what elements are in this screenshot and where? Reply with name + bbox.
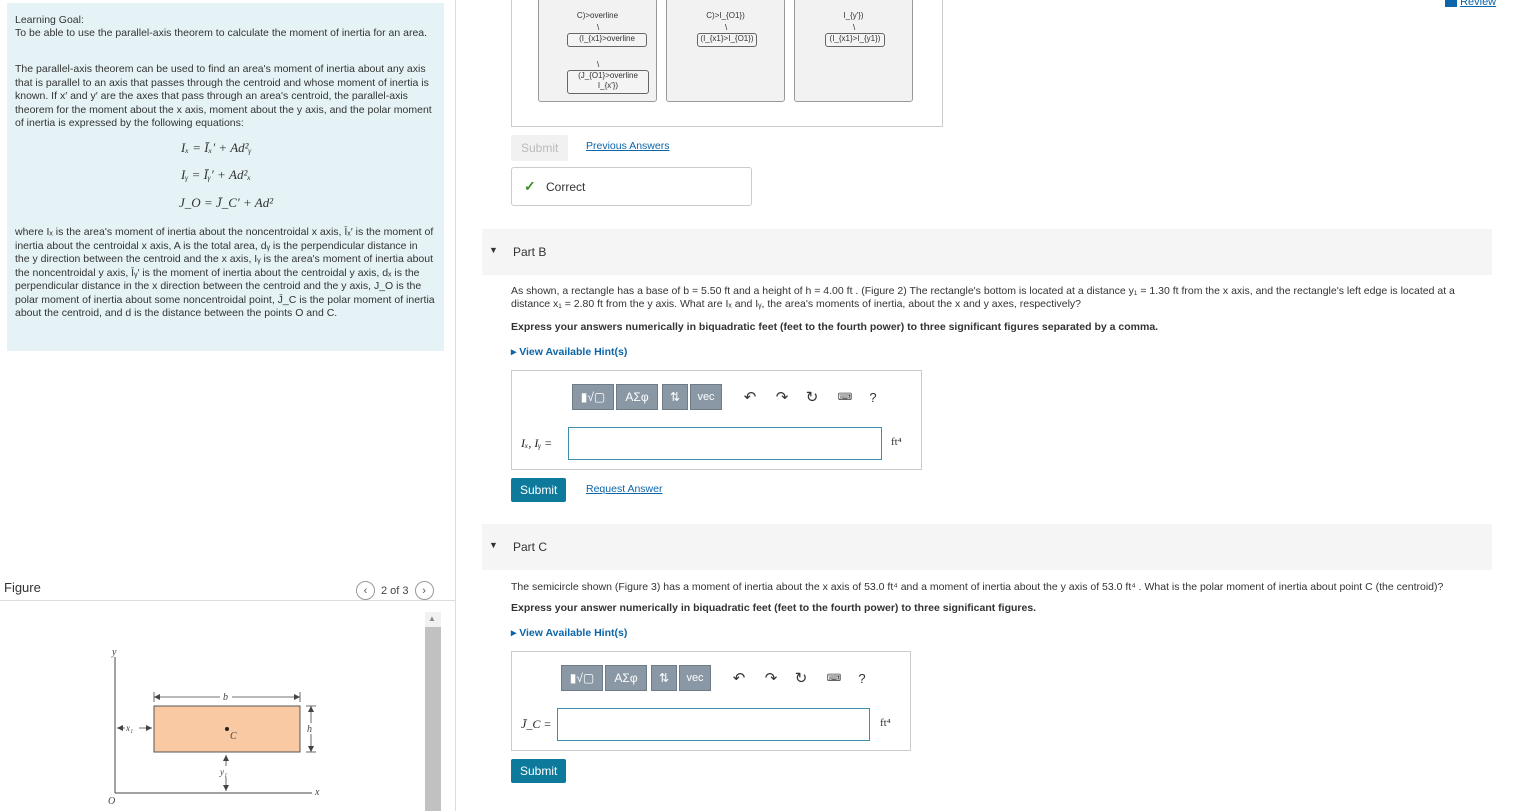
request-answer-link[interactable]: Request Answer bbox=[586, 483, 662, 495]
label-y: y bbox=[111, 647, 117, 658]
label-x: x bbox=[314, 787, 320, 798]
templates-button[interactable]: ▮√▢ bbox=[561, 665, 603, 691]
help-button[interactable]: ? bbox=[851, 671, 873, 686]
label-x1: x₁ bbox=[125, 723, 133, 733]
vec-button[interactable]: vec bbox=[679, 665, 711, 691]
reset-icon[interactable]: ↻ bbox=[785, 669, 817, 687]
vec-button[interactable]: vec bbox=[690, 384, 722, 410]
templates-button[interactable]: ▮√▢ bbox=[572, 384, 614, 410]
ranking-tile-1[interactable]: C)>overline \ (I_{x1}>overline \ (J_{O1}… bbox=[538, 0, 657, 102]
centroid-dot bbox=[225, 727, 229, 731]
next-figure-button[interactable]: › bbox=[414, 581, 434, 600]
arrows-button[interactable]: ⇅ bbox=[662, 384, 688, 410]
figure-pager: ‹ 2 of 3 › bbox=[356, 581, 434, 600]
scroll-up-icon[interactable]: ▲ bbox=[428, 614, 436, 623]
ranking-chip[interactable]: (J_{O1}>overline I_{x'}) bbox=[567, 70, 649, 94]
part-b-answer-input[interactable] bbox=[568, 427, 882, 460]
keyboard-icon[interactable]: ⌨ bbox=[817, 673, 851, 684]
collapse-icon: ▼ bbox=[489, 245, 498, 255]
ranking-chip[interactable]: (I_{x1}>I_{y1}) bbox=[825, 33, 885, 47]
part-b-math-toolbar: ▮√▢ ΑΣφ ⇅ vec ↶ ↷ ↻ ⌨ ? bbox=[572, 384, 884, 410]
equation-iy: Iᵧ = Īᵧ′ + Ad²ₓ bbox=[181, 167, 252, 182]
part-b-submit-button[interactable]: Submit bbox=[511, 478, 567, 502]
help-button[interactable]: ? bbox=[862, 390, 884, 405]
prev-figure-button[interactable]: ‹ bbox=[356, 581, 375, 600]
label-y1: y₁ bbox=[219, 767, 227, 777]
equation-jo: J_O = J̄_C′ + Ad² bbox=[179, 195, 274, 210]
part-c-answer-input[interactable] bbox=[557, 708, 870, 741]
part-b-hint-toggle[interactable]: ▸ View Available Hint(s) bbox=[511, 346, 627, 358]
part-b-input-label: Iₓ, Iᵧ = bbox=[521, 436, 553, 450]
part-c-header[interactable]: ▼ Part C bbox=[482, 524, 1492, 570]
part-b-instructions: Express your answers numerically in biqu… bbox=[511, 321, 1159, 333]
part-c-question: The semicircle shown (Figure 3) has a mo… bbox=[511, 581, 1444, 593]
figure-title: Figure bbox=[4, 580, 41, 595]
column-divider bbox=[455, 0, 456, 811]
review-icon bbox=[1445, 0, 1457, 7]
part-b-unit: ft⁴ bbox=[891, 436, 902, 448]
correct-feedback: ✓ Correct bbox=[511, 167, 752, 206]
ranking-tile-3[interactable]: I_{y'}) \ (I_{x1}>I_{y1}) bbox=[794, 0, 913, 102]
figure-rectangle-diagram: y x O b h C x₁ y₁ bbox=[108, 647, 320, 807]
figure-scrollbar-thumb[interactable] bbox=[425, 627, 441, 811]
learning-goal-heading: Learning Goal: bbox=[15, 14, 84, 26]
review-link[interactable]: Review bbox=[1445, 0, 1496, 8]
label-b: b bbox=[223, 692, 228, 703]
greek-button[interactable]: ΑΣφ bbox=[616, 384, 658, 410]
previous-answers-link[interactable]: Previous Answers bbox=[586, 140, 669, 152]
part-c-submit-button[interactable]: Submit bbox=[511, 759, 567, 783]
where-paragraph: where Iₓ is the area's moment of inertia… bbox=[15, 226, 435, 319]
undo-icon[interactable]: ↶ bbox=[721, 669, 757, 687]
figure-page-indicator: 2 of 3 bbox=[381, 584, 409, 597]
redo-icon[interactable]: ↷ bbox=[757, 669, 785, 687]
part-a-submit-button[interactable]: Submit bbox=[511, 135, 569, 161]
equation-ix: Iₓ = Īₓ′ + Ad²ᵧ bbox=[181, 140, 252, 155]
part-b-header[interactable]: ▼ Part B bbox=[482, 229, 1492, 275]
ranking-chip[interactable]: (I_{x1}>overline bbox=[567, 33, 647, 47]
redo-icon[interactable]: ↷ bbox=[768, 388, 796, 406]
ranking-chip[interactable]: (I_{x1}>I_{O1}) bbox=[697, 33, 757, 47]
part-c-input-label: J̄_C = bbox=[521, 717, 552, 731]
label-o: O bbox=[108, 796, 115, 807]
greek-button[interactable]: ΑΣφ bbox=[605, 665, 647, 691]
intro-paragraph: The parallel-axis theorem can be used to… bbox=[15, 63, 432, 129]
collapse-icon: ▼ bbox=[489, 540, 498, 550]
arrows-button[interactable]: ⇅ bbox=[651, 665, 677, 691]
part-c-unit: ft⁴ bbox=[880, 717, 891, 729]
part-c-hint-toggle[interactable]: ▸ View Available Hint(s) bbox=[511, 627, 627, 639]
label-c: C bbox=[230, 731, 237, 742]
keyboard-icon[interactable]: ⌨ bbox=[828, 392, 862, 403]
figure-divider bbox=[0, 600, 455, 601]
part-c-math-toolbar: ▮√▢ ΑΣφ ⇅ vec ↶ ↷ ↻ ⌨ ? bbox=[561, 665, 873, 691]
part-b-question: As shown, a rectangle has a base of b = … bbox=[511, 285, 1455, 310]
learning-goal-text: To be able to use the parallel-axis theo… bbox=[15, 27, 428, 39]
check-icon: ✓ bbox=[524, 178, 536, 194]
ranking-tile-2[interactable]: C)>I_{O1}) \ (I_{x1}>I_{O1}) bbox=[666, 0, 785, 102]
learning-goal-panel: Learning Goal: To be able to use the par… bbox=[7, 3, 444, 351]
undo-icon[interactable]: ↶ bbox=[732, 388, 768, 406]
label-h: h bbox=[307, 724, 312, 735]
part-c-instructions: Express your answer numerically in biqua… bbox=[511, 602, 1037, 614]
reset-icon[interactable]: ↻ bbox=[796, 388, 828, 406]
